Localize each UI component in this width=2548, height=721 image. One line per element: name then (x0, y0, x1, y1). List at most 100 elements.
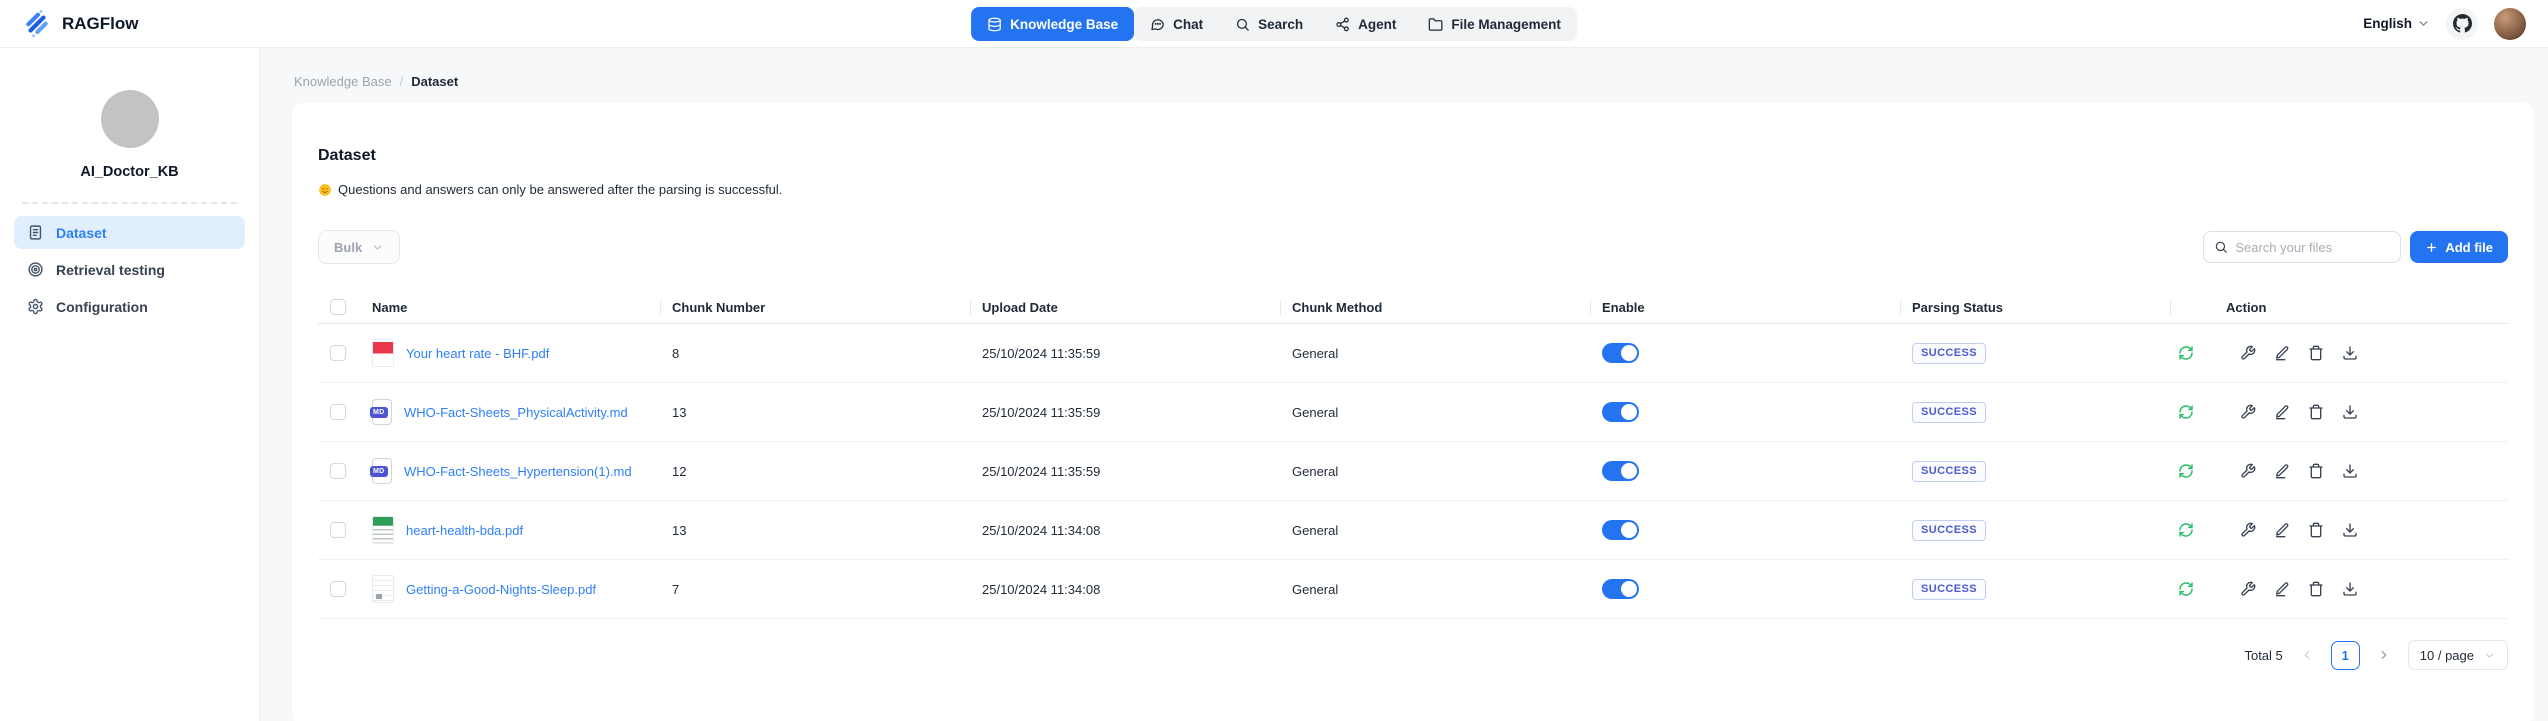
search-input[interactable] (2235, 240, 2390, 255)
next-page-icon[interactable] (2377, 648, 2391, 662)
table-row: MD WHO-Fact-Sheets_PhysicalActivity.md 1… (318, 383, 2508, 442)
delete-icon[interactable] (2308, 345, 2324, 361)
header-right-controls: English (2363, 8, 2526, 40)
nav-agent-label: Agent (1358, 17, 1396, 32)
file-name-link[interactable]: WHO-Fact-Sheets_PhysicalActivity.md (404, 405, 628, 420)
row-checkbox[interactable] (330, 522, 346, 538)
chunk-number-value: 12 (660, 464, 970, 479)
download-icon[interactable] (2342, 522, 2358, 538)
nav-chat[interactable]: Chat (1134, 7, 1219, 41)
select-all-checkbox[interactable] (330, 299, 346, 315)
sidebar-item-configuration[interactable]: Configuration (14, 290, 245, 323)
tool-icon[interactable] (2240, 404, 2256, 420)
enable-toggle[interactable] (1602, 520, 1639, 540)
breadcrumb: Knowledge Base / Dataset (292, 48, 2534, 103)
enable-toggle[interactable] (1602, 579, 1639, 599)
column-header-parsing-status: Parsing Status (1900, 291, 2170, 323)
breadcrumb-separator: / (400, 74, 404, 89)
refresh-icon[interactable] (2178, 581, 2194, 597)
delete-icon[interactable] (2308, 463, 2324, 479)
ragflow-logo-icon (22, 9, 52, 39)
sidebar-item-label: Configuration (56, 299, 148, 315)
upload-date-value: 25/10/2024 11:34:08 (970, 523, 1280, 538)
file-name-link[interactable]: Your heart rate - BHF.pdf (406, 346, 549, 361)
edit-icon[interactable] (2274, 404, 2290, 420)
sidebar: AI_Doctor_KB Dataset Retrieval testing C… (0, 48, 260, 721)
pagination-total: Total 5 (2244, 648, 2282, 663)
table-toolbar: Bulk Add file (318, 230, 2508, 264)
table-row: heart-health-bda.pdf 13 25/10/2024 11:34… (318, 501, 2508, 560)
gear-icon (27, 298, 44, 315)
refresh-icon[interactable] (2178, 463, 2194, 479)
parsing-hint-text: Questions and answers can only be answer… (338, 182, 782, 197)
download-icon[interactable] (2342, 581, 2358, 597)
github-button[interactable] (2446, 8, 2478, 40)
download-icon[interactable] (2342, 404, 2358, 420)
md-badge: MD (370, 466, 388, 477)
brand[interactable]: RAGFlow (22, 9, 139, 39)
upload-date-value: 25/10/2024 11:34:08 (970, 582, 1280, 597)
enable-toggle[interactable] (1602, 461, 1639, 481)
upload-date-value: 25/10/2024 11:35:59 (970, 405, 1280, 420)
column-header-action: Action (2170, 291, 2508, 323)
row-checkbox[interactable] (330, 581, 346, 597)
nav-file-management[interactable]: File Management (1412, 7, 1577, 41)
bulk-button[interactable]: Bulk (318, 230, 400, 264)
page-size-select[interactable]: 10 / page (2408, 640, 2508, 670)
add-file-button[interactable]: Add file (2410, 231, 2508, 263)
nav-chat-label: Chat (1173, 17, 1203, 32)
refresh-icon[interactable] (2178, 404, 2194, 420)
breadcrumb-dataset: Dataset (411, 74, 458, 89)
files-table: Name Chunk Number Upload Date Chunk Meth… (318, 291, 2508, 619)
file-name-link[interactable]: heart-health-bda.pdf (406, 523, 523, 538)
language-selector[interactable]: English (2363, 16, 2430, 31)
enable-toggle[interactable] (1602, 402, 1639, 422)
refresh-icon[interactable] (2178, 522, 2194, 538)
delete-icon[interactable] (2308, 404, 2324, 420)
tool-icon[interactable] (2240, 581, 2256, 597)
tool-icon[interactable] (2240, 345, 2256, 361)
enable-toggle[interactable] (1602, 343, 1639, 363)
user-avatar[interactable] (2494, 8, 2526, 40)
sidebar-divider (22, 202, 237, 204)
column-header-chunk-method: Chunk Method (1280, 291, 1590, 323)
github-icon (2453, 14, 2472, 33)
file-name-link[interactable]: WHO-Fact-Sheets_Hypertension(1).md (404, 464, 632, 479)
add-file-label: Add file (2445, 240, 2493, 255)
nav-search[interactable]: Search (1219, 7, 1319, 41)
row-checkbox[interactable] (330, 404, 346, 420)
sidebar-item-retrieval-testing[interactable]: Retrieval testing (14, 253, 245, 286)
search-icon (2214, 240, 2228, 254)
parsing-status-badge: SUCCESS (1912, 520, 1986, 541)
row-actions (2170, 463, 2508, 479)
row-checkbox[interactable] (330, 345, 346, 361)
tool-icon[interactable] (2240, 463, 2256, 479)
edit-icon[interactable] (2274, 463, 2290, 479)
chunk-number-value: 13 (660, 405, 970, 420)
edit-icon[interactable] (2274, 581, 2290, 597)
breadcrumb-knowledge-base[interactable]: Knowledge Base (294, 74, 392, 89)
page-number-button[interactable]: 1 (2331, 641, 2360, 670)
pdf-thumbnail-icon (372, 516, 394, 544)
refresh-icon[interactable] (2178, 345, 2194, 361)
tool-icon[interactable] (2240, 522, 2256, 538)
row-checkbox[interactable] (330, 463, 346, 479)
row-actions (2170, 404, 2508, 420)
chunk-number-value: 7 (660, 582, 970, 597)
delete-icon[interactable] (2308, 581, 2324, 597)
nav-agent[interactable]: Agent (1319, 7, 1412, 41)
nav-knowledge-base[interactable]: Knowledge Base (971, 7, 1134, 41)
parsing-status-badge: SUCCESS (1912, 461, 1986, 482)
chunk-number-value: 13 (660, 523, 970, 538)
file-name-link[interactable]: Getting-a-Good-Nights-Sleep.pdf (406, 582, 596, 597)
download-icon[interactable] (2342, 463, 2358, 479)
download-icon[interactable] (2342, 345, 2358, 361)
edit-icon[interactable] (2274, 345, 2290, 361)
plus-icon (2425, 241, 2438, 254)
edit-icon[interactable] (2274, 522, 2290, 538)
delete-icon[interactable] (2308, 522, 2324, 538)
wink-emoji-icon (318, 183, 332, 197)
folder-icon (1428, 17, 1443, 32)
previous-page-icon[interactable] (2300, 648, 2314, 662)
sidebar-item-dataset[interactable]: Dataset (14, 216, 245, 249)
